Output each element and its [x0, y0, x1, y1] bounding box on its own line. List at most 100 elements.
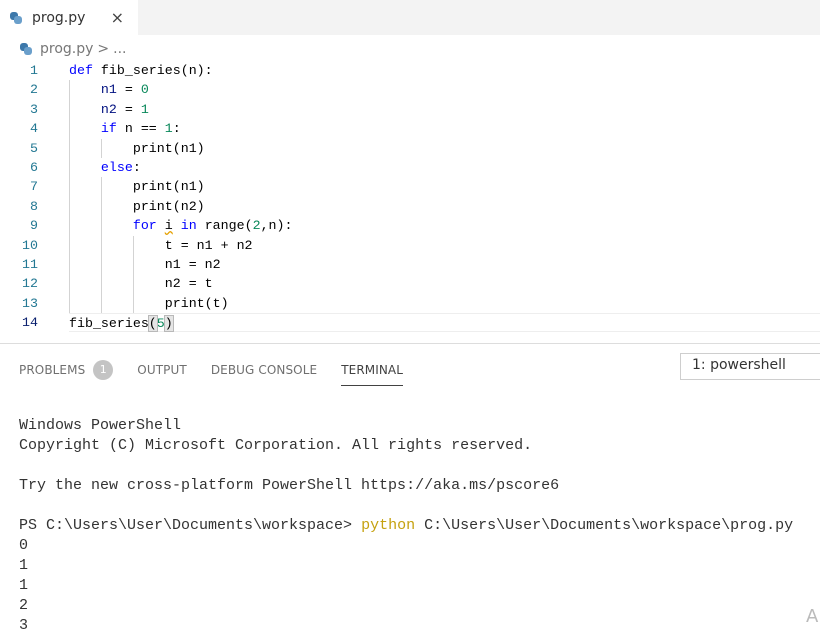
indent-guide: [69, 119, 70, 139]
code-line[interactable]: 10 t = n1 + n2: [0, 235, 820, 255]
code-token: for: [132, 218, 157, 234]
code-line[interactable]: 6 else:: [0, 157, 820, 178]
code-line[interactable]: 5 print(n1): [0, 138, 820, 158]
code-text: n1 = n2: [69, 254, 820, 275]
close-icon[interactable]: ×: [111, 8, 124, 27]
indent-guide: [69, 254, 70, 275]
code-line[interactable]: 13 print(t): [0, 293, 820, 314]
code-token: :: [172, 121, 181, 137]
code-line[interactable]: 2 n1 = 0: [0, 80, 820, 100]
line-number: 9: [30, 218, 38, 234]
code-token: 1: [140, 101, 149, 117]
line-number: 7: [30, 179, 38, 195]
code-text: print(n2): [69, 196, 820, 217]
code-line[interactable]: 11 n1 = n2: [0, 254, 820, 275]
indent-guide: [101, 177, 102, 197]
code-text: print(t): [69, 293, 820, 314]
indent-guide: [101, 216, 102, 236]
code-token: range(: [196, 218, 253, 234]
code-text: print(n1): [69, 177, 820, 197]
code-line[interactable]: 12 n2 = t: [0, 274, 820, 294]
indent-guide: [69, 235, 70, 255]
indent-guide: [133, 235, 134, 255]
code-text: n2 = 1: [69, 99, 820, 120]
code-line[interactable]: 3 n2 = 1: [0, 99, 820, 120]
code-token: in: [180, 218, 197, 234]
line-number: 8: [30, 198, 38, 214]
code-token: (: [147, 315, 158, 333]
code-token: else: [100, 159, 133, 175]
code-line[interactable]: 9 for i in range(2,n):: [0, 216, 820, 236]
indent-guide: [69, 157, 70, 178]
breadcrumb-separator: >: [97, 41, 110, 57]
indent-guide: [69, 138, 70, 158]
code-text: if n == 1:: [69, 119, 820, 139]
code-token: 0: [140, 82, 149, 98]
indent-guide: [101, 196, 102, 217]
line-number: 4: [30, 121, 38, 137]
code-line[interactable]: 7 print(n1): [0, 177, 820, 197]
code-token: ,n):: [260, 218, 293, 234]
code-token: print(t): [164, 295, 229, 311]
terminal-output[interactable]: Windows PowerShell Copyright (C) Microsof…: [19, 416, 793, 636]
terminal-command: python: [361, 517, 416, 534]
indent-guide: [101, 274, 102, 294]
terminal-line: Copyright (C) Microsoft Corporation. All…: [19, 437, 533, 454]
code-token: 2: [252, 218, 261, 234]
tab-prog-py[interactable]: prog.py ×: [0, 0, 138, 35]
tab-output[interactable]: OUTPUT: [137, 354, 187, 386]
code-text: else:: [69, 157, 820, 178]
code-token: 1: [164, 121, 173, 137]
code-token: def: [69, 63, 93, 78]
indent-guide: [101, 235, 102, 255]
bottom-panel: PROBLEMS 1 OUTPUT DEBUG CONSOLE TERMINAL …: [0, 343, 820, 638]
code-text: t = n1 + n2: [69, 235, 820, 255]
python-file-icon: [10, 11, 22, 24]
code-text: fib_series(5): [69, 313, 820, 333]
code-line[interactable]: 1 def fib_series(n):: [0, 61, 820, 80]
terminal-prompt: PS C:\Users\User\Documents\workspace>: [19, 517, 362, 534]
indent-guide: [69, 80, 70, 100]
code-text: def fib_series(n):: [69, 61, 820, 80]
line-number: 12: [22, 276, 38, 292]
code-text: for i in range(2,n):: [69, 216, 820, 236]
line-number: 11: [22, 256, 38, 272]
code-line[interactable]: 8 print(n2): [0, 196, 820, 217]
breadcrumb-file[interactable]: prog.py: [40, 41, 93, 57]
code-token: ): [163, 315, 174, 333]
tab-debug-console[interactable]: DEBUG CONSOLE: [211, 354, 317, 386]
tab-terminal[interactable]: TERMINAL: [341, 354, 404, 386]
terminal-output-line: 2: [19, 597, 29, 614]
code-line[interactable]: 4 if n == 1:: [0, 119, 820, 139]
code-token: n1 = n2: [164, 256, 221, 272]
line-number: 10: [22, 237, 38, 253]
code-token: :: [132, 159, 141, 175]
terminal-argument: C:\Users\User\Documents\workspace\prog.p…: [415, 517, 794, 534]
line-number: 5: [30, 140, 38, 156]
tab-label: PROBLEMS: [19, 363, 86, 377]
breadcrumb-more[interactable]: ...: [113, 41, 126, 57]
indent-guide: [133, 274, 134, 294]
line-number: 1: [30, 63, 38, 78]
code-token: =: [116, 101, 141, 117]
indent-guide: [69, 196, 70, 217]
code-line[interactable]: 14 fib_series(5): [0, 313, 820, 333]
panel-tabs: PROBLEMS 1 OUTPUT DEBUG CONSOLE TERMINAL: [19, 354, 427, 386]
line-number: 6: [30, 159, 38, 175]
line-number: 14: [22, 315, 38, 331]
code-text: n2 = t: [69, 274, 820, 294]
code-token: print(n2): [132, 198, 205, 214]
tab-bar: prog.py ×: [0, 0, 820, 35]
terminal-output-line: 3: [19, 617, 29, 634]
indent-guide: [133, 254, 134, 275]
terminal-output-line: 1: [19, 577, 29, 594]
terminal-line: Try the new cross-platform PowerShell ht…: [19, 477, 560, 494]
indent-guide: [101, 293, 102, 314]
indent-guide: [101, 254, 102, 275]
code-editor[interactable]: 1 def fib_series(n): 2 n1 = 03 n2 = 14 if …: [0, 61, 820, 333]
code-text: n1 = 0: [69, 80, 820, 100]
terminal-select[interactable]: 1: powershell: [680, 353, 820, 380]
tab-problems[interactable]: PROBLEMS 1: [19, 354, 114, 386]
line-number: 2: [30, 82, 38, 98]
